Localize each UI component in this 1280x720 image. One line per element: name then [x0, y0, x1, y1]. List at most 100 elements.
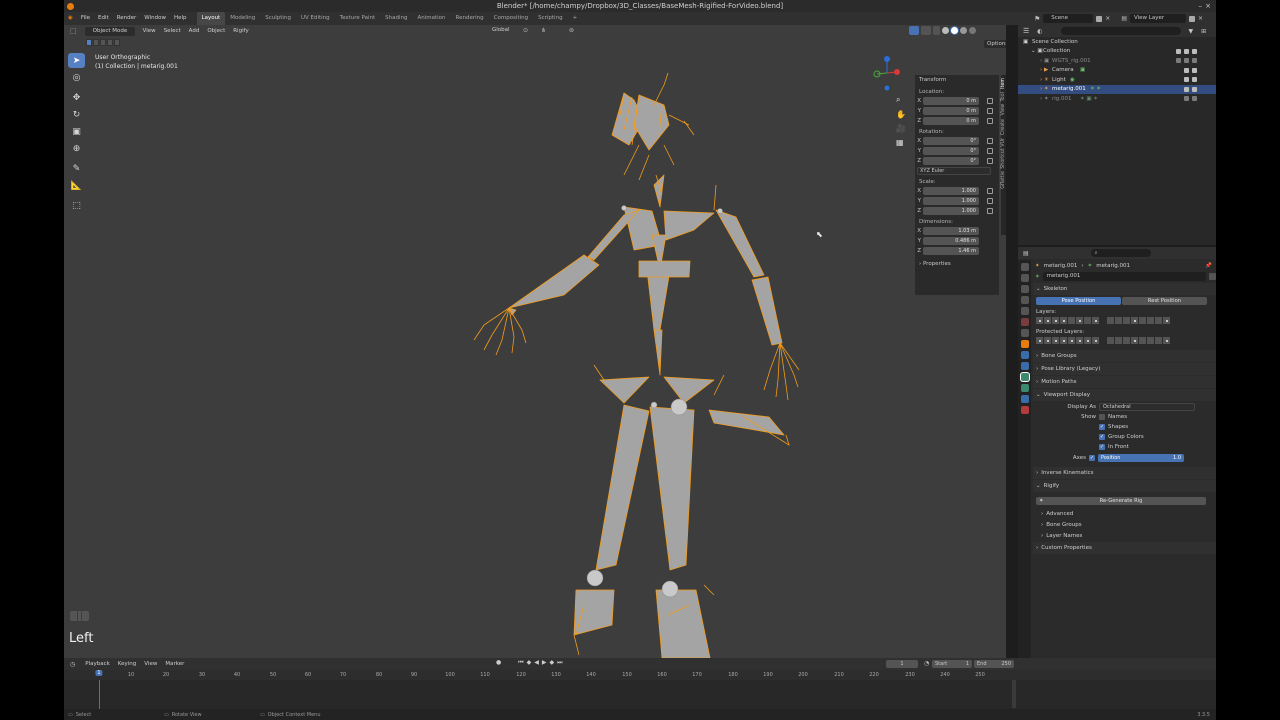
dimensions-z-field[interactable]: 1.46 m: [923, 246, 979, 255]
names-checkbox[interactable]: [1099, 414, 1105, 420]
eye-icon[interactable]: [1184, 77, 1189, 83]
panel-inverse-kinematics[interactable]: › Inverse Kinematics: [1033, 467, 1216, 479]
view-layer-props-icon[interactable]: [1020, 296, 1029, 304]
scale-y-field[interactable]: 1.000: [923, 196, 979, 205]
menu-window[interactable]: Window: [140, 12, 170, 25]
subpanel-layer-names[interactable]: › Layer Names: [1033, 530, 1216, 541]
joint-hip-r[interactable]: [670, 398, 688, 416]
lock-icon[interactable]: [987, 107, 993, 114]
timeline-menu-keying[interactable]: Keying: [114, 658, 140, 671]
lock-icon[interactable]: [987, 197, 993, 204]
tab-sculpting[interactable]: Sculpting: [260, 12, 296, 25]
regenerate-rig-button[interactable]: ✶ Re-Generate Rig: [1036, 496, 1206, 505]
sidebar-tab-gflattie[interactable]: Gflattie: [1001, 171, 1006, 189]
in-front-checkbox[interactable]: ✓: [1099, 444, 1105, 450]
camera-render-icon[interactable]: [1192, 48, 1197, 54]
protected-layers-grid[interactable]: [1033, 337, 1216, 344]
fake-user-icon[interactable]: [1209, 273, 1216, 280]
outliner-search-input[interactable]: [1060, 27, 1181, 35]
scene-selector[interactable]: Scene: [1043, 14, 1094, 23]
outliner-row[interactable]: › ▣ WGTS_rig.001: [1018, 56, 1216, 66]
filter-icon[interactable]: ▼: [1189, 28, 1194, 35]
playhead-frame[interactable]: 1: [95, 670, 103, 676]
scale-x-field[interactable]: 1.000: [923, 186, 979, 195]
tab-layout[interactable]: Layout: [196, 12, 226, 25]
tab-modeling[interactable]: Modeling: [225, 12, 260, 25]
data-name-field[interactable]: metarig.001: [1042, 272, 1207, 281]
new-collection-icon[interactable]: ⊞: [1201, 28, 1206, 35]
panel-custom-properties[interactable]: › Custom Properties: [1033, 542, 1216, 554]
armature-data-props-icon[interactable]: [1020, 373, 1029, 381]
zoom-icon[interactable]: ⌕: [896, 95, 906, 105]
close-icon[interactable]: ×: [1205, 0, 1211, 12]
perspective-grid-icon[interactable]: ▦: [896, 138, 906, 147]
bone-forearm-r[interactable]: [751, 276, 783, 346]
lock-icon[interactable]: [987, 147, 993, 154]
tab-animation[interactable]: Animation: [412, 12, 450, 25]
properties-search-input[interactable]: ⌕: [1090, 249, 1151, 257]
menu-file[interactable]: File: [77, 12, 94, 25]
bone-spine-2[interactable]: [646, 269, 671, 331]
tab-compositing[interactable]: Compositing: [489, 12, 533, 25]
lock-icon[interactable]: [987, 157, 993, 164]
dimensions-x-field[interactable]: 1.03 m: [923, 226, 979, 235]
menu-render[interactable]: Render: [113, 12, 141, 25]
sidebar-tab-tool[interactable]: Tool: [1001, 92, 1006, 101]
scene-browse-icon[interactable]: [1096, 15, 1103, 22]
bone-spine-1[interactable]: [653, 329, 663, 376]
eye-icon[interactable]: [1184, 48, 1189, 54]
tab-shading[interactable]: Shading: [380, 12, 412, 25]
minimize-icon[interactable]: –: [1199, 0, 1203, 12]
timeline-menu-playback[interactable]: Playback: [81, 658, 114, 671]
shapes-checkbox[interactable]: ✓: [1099, 424, 1105, 430]
group-colors-checkbox[interactable]: ✓: [1099, 434, 1105, 440]
timeline-editor-icon[interactable]: ◷: [70, 661, 75, 668]
camera-view-icon[interactable]: 🎥: [896, 124, 906, 133]
camera-render-icon[interactable]: [1192, 58, 1197, 64]
panel-rigify[interactable]: ⌄ Rigify: [1033, 480, 1216, 492]
checkbox-icon[interactable]: [1176, 48, 1181, 54]
3d-viewport[interactable]: ⬚ Object Mode View Select Add Object Rig…: [64, 25, 1006, 658]
timeline-menu-marker[interactable]: Marker: [161, 658, 188, 671]
rotation-z-field[interactable]: 0°: [923, 156, 979, 165]
eye-icon[interactable]: [1184, 58, 1189, 64]
lock-icon[interactable]: [987, 187, 993, 194]
tab-scripting[interactable]: Scripting: [533, 12, 567, 25]
outliner-row[interactable]: › ▶ Camera ▣: [1018, 66, 1216, 76]
properties-editor-icon[interactable]: ▤: [1023, 250, 1029, 257]
bone-chest-right[interactable]: [663, 210, 715, 241]
layers-grid[interactable]: [1033, 317, 1216, 324]
timeline-scrollbar[interactable]: [1012, 680, 1016, 708]
constraint-props-icon[interactable]: [1020, 395, 1029, 403]
location-y-field[interactable]: 0 m: [923, 106, 979, 115]
current-frame-field[interactable]: 1: [886, 660, 918, 668]
output-props-icon[interactable]: [1020, 285, 1029, 293]
timeline-ruler[interactable]: 1 10 20 30 40 50 60 70 80 90 100 110 120…: [64, 670, 1216, 680]
axes-position-slider[interactable]: Position 1.0: [1098, 453, 1184, 462]
scene-props-icon[interactable]: [1020, 307, 1029, 315]
pin-icon[interactable]: 📌: [1205, 263, 1212, 269]
outliner-row[interactable]: › ✦ rig.001 ✶ ▣ ✶: [1018, 94, 1216, 104]
bone-shin-r[interactable]: [655, 589, 711, 658]
panel-motion-paths[interactable]: › Motion Paths: [1033, 376, 1216, 388]
outliner-row[interactable]: › ☀ Light ◉: [1018, 75, 1216, 85]
fingers-l[interactable]: [473, 307, 527, 356]
collection-props-icon[interactable]: [1020, 329, 1029, 337]
view-layer-browse-icon[interactable]: [1188, 15, 1195, 22]
fingers-r[interactable]: [763, 342, 800, 401]
joint-hip-l[interactable]: [650, 401, 658, 409]
timeline-menu-view[interactable]: View: [140, 658, 161, 671]
scene-close-icon[interactable]: ×: [1105, 15, 1110, 22]
eye-icon[interactable]: [1184, 67, 1189, 73]
menu-edit[interactable]: Edit: [94, 12, 113, 25]
outliner-row[interactable]: ⌄ ▣ Collection: [1018, 47, 1216, 57]
rotation-mode-dropdown[interactable]: XYZ Euler: [917, 166, 991, 175]
bone-pelvis-r[interactable]: [663, 376, 715, 404]
dimensions-y-field[interactable]: 0.486 m: [923, 236, 979, 245]
location-z-field[interactable]: 0 m: [923, 116, 979, 125]
subpanel-bone-groups[interactable]: › Bone Groups: [1033, 519, 1216, 530]
bone-shin-l[interactable]: [573, 589, 615, 636]
blender-menu-icon[interactable]: ◉: [64, 12, 77, 25]
play-reverse-icon[interactable]: ◀: [534, 659, 539, 667]
eye-icon[interactable]: [1184, 86, 1189, 92]
